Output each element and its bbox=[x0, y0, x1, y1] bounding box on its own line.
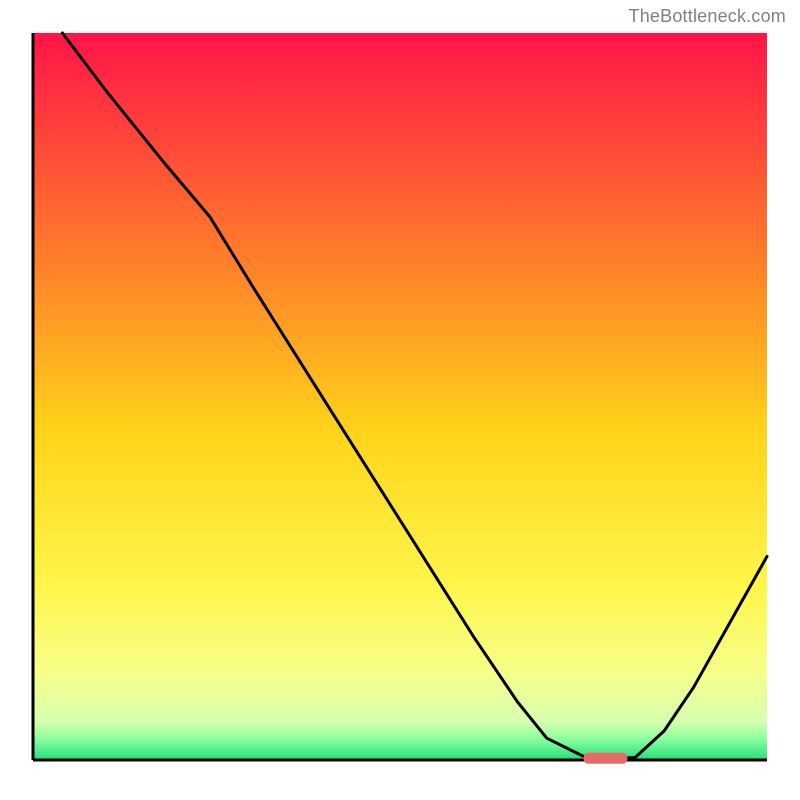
bottleneck-plot bbox=[0, 0, 800, 800]
watermark: TheBottleneck.com bbox=[629, 6, 786, 27]
plot-background bbox=[33, 33, 767, 760]
optimum-marker bbox=[584, 753, 628, 764]
chart-container: TheBottleneck.com bbox=[0, 0, 800, 800]
